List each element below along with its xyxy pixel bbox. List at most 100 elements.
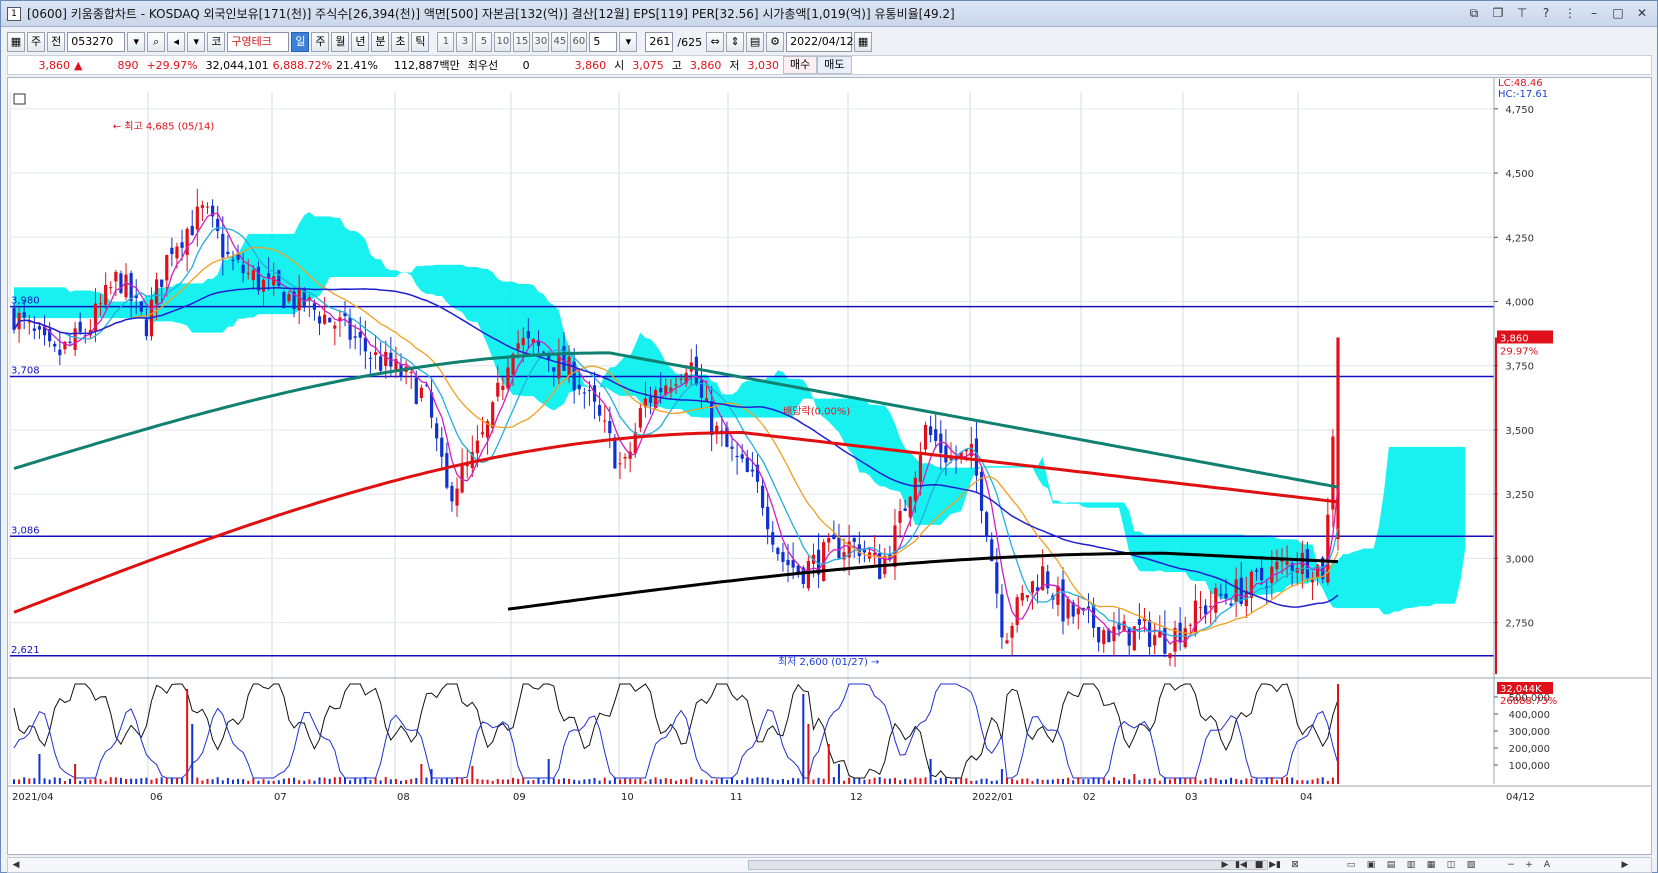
period-week[interactable]: 주: [311, 32, 330, 52]
interval-5[interactable]: 5: [475, 32, 493, 52]
play-icon[interactable]: ▶: [1218, 859, 1232, 871]
sell-button[interactable]: 매도: [817, 56, 852, 74]
zoom-icon[interactable]: ⇕: [726, 32, 745, 52]
fit-icon[interactable]: ⊠: [1288, 859, 1302, 871]
star-icon[interactable]: ⋮: [1561, 5, 1579, 21]
scroll-right-icon[interactable]: ▶: [1618, 859, 1632, 871]
view2-icon[interactable]: ▣: [1364, 859, 1378, 871]
minimize-icon[interactable]: –: [1585, 5, 1603, 21]
scroll-thumb[interactable]: [748, 860, 1268, 870]
price-tick-label: 4,750: [1505, 105, 1534, 116]
scroll-left-icon[interactable]: ◀: [9, 859, 23, 871]
maximize-icon[interactable]: □: [1609, 5, 1627, 21]
x-tick-label: 2021/04: [12, 792, 54, 803]
candle-body: [1214, 588, 1218, 613]
view5-icon[interactable]: ▦: [1424, 859, 1438, 871]
buy-button[interactable]: 매수: [783, 56, 818, 74]
link-icon[interactable]: ⧉: [1465, 5, 1483, 21]
price-chart[interactable]: 3,980 3,708 3,086 2,621 4,750 4,500 4,250 4,00…: [8, 78, 1651, 854]
volume-bar: [629, 778, 632, 784]
interval-60[interactable]: 60: [570, 32, 588, 52]
horizontal-scrollbar[interactable]: ◀ ▶ ▮◀ ■ ▶▮ ⊠ ▭ ▣ ▤ ▥ ▦ ◫ ▧ − + A ▶: [7, 857, 1652, 873]
volume-bar: [130, 778, 133, 784]
interval-10[interactable]: 10: [494, 32, 512, 52]
date-input[interactable]: 2022/04/12: [786, 32, 853, 52]
volume-bar: [1199, 780, 1202, 784]
view7-icon[interactable]: ▧: [1464, 859, 1478, 871]
view6-icon[interactable]: ◫: [1444, 859, 1458, 871]
view1-icon[interactable]: ▭: [1344, 859, 1358, 871]
period-month[interactable]: 월: [331, 32, 350, 52]
candle-body: [954, 459, 958, 461]
scale-icon[interactable]: ⇔: [706, 32, 725, 52]
copy-icon[interactable]: ❐: [1489, 5, 1507, 21]
interval-45[interactable]: 45: [551, 32, 569, 52]
pin-icon[interactable]: ⊤: [1513, 5, 1531, 21]
chevron-down-icon[interactable]: ▾: [187, 32, 206, 52]
period-minute[interactable]: 분: [371, 32, 390, 52]
interval-input[interactable]: 5: [589, 32, 618, 52]
period-tick[interactable]: 틱: [411, 32, 430, 52]
candle-body: [53, 343, 57, 347]
interval-1[interactable]: 1: [437, 32, 455, 52]
candle-body: [246, 272, 250, 274]
volume-bar: [221, 780, 224, 784]
candle-body: [368, 357, 373, 359]
interval-30[interactable]: 30: [532, 32, 550, 52]
volume-bar: [430, 769, 433, 784]
period-year[interactable]: 년: [351, 32, 370, 52]
view4-icon[interactable]: ▥: [1404, 859, 1418, 871]
volume-bar: [456, 777, 459, 784]
view3-icon[interactable]: ▤: [1384, 859, 1398, 871]
font-a-icon[interactable]: A: [1540, 859, 1554, 871]
chart-area[interactable]: 3,980 3,708 3,086 2,621 4,750 4,500 4,250 4,00…: [7, 77, 1652, 855]
zoom-out-icon[interactable]: −: [1504, 859, 1518, 871]
volume-bar: [277, 780, 280, 784]
candle-body: [771, 532, 775, 545]
market2-select[interactable]: 코: [207, 32, 226, 52]
candle-body: [923, 424, 928, 450]
volume-tick-label: 400,000: [1509, 710, 1550, 721]
x-last-label: 04/12: [1506, 792, 1535, 803]
candle-body: [506, 367, 510, 389]
plus-icon[interactable]: +: [1522, 859, 1536, 871]
layout-icon[interactable]: ▦: [7, 32, 25, 52]
prev-button[interactable]: 전: [47, 32, 66, 52]
stock-code-input[interactable]: 053270: [67, 32, 126, 52]
candle-body: [542, 351, 546, 353]
stock-name-field[interactable]: 구영테크: [227, 32, 290, 52]
chevron-down-icon[interactable]: ▾: [127, 32, 146, 52]
volume-bar: [985, 778, 988, 784]
volume-bar: [710, 780, 713, 784]
candle-body: [1198, 607, 1203, 609]
calendar-icon[interactable]: ▦: [854, 32, 873, 52]
period-second[interactable]: 초: [391, 32, 410, 52]
period-day[interactable]: 일: [291, 32, 310, 52]
low-value: 3,030: [747, 58, 780, 72]
last-icon[interactable]: ▶▮: [1268, 859, 1282, 871]
candle-body: [450, 485, 454, 502]
candle-body: [241, 264, 245, 274]
interval-15[interactable]: 15: [513, 32, 531, 52]
market-select[interactable]: 주: [27, 32, 46, 52]
candle-body: [1102, 630, 1106, 645]
chevron-down-icon[interactable]: ▾: [619, 32, 638, 52]
sound-icon[interactable]: ◂: [167, 32, 186, 52]
first-icon[interactable]: ▮◀: [1234, 859, 1248, 871]
candle-body: [603, 420, 607, 422]
help-icon[interactable]: ?: [1537, 5, 1555, 21]
volume-bar: [888, 778, 891, 784]
search-icon[interactable]: ⌕: [147, 32, 166, 52]
candle-body: [1020, 592, 1024, 601]
x-tick-label: 09: [513, 792, 526, 803]
volume-bar: [201, 780, 204, 784]
save-icon[interactable]: ▤: [746, 32, 765, 52]
close-icon[interactable]: ✕: [1633, 5, 1651, 21]
count-input[interactable]: 261: [645, 32, 674, 52]
interval-3[interactable]: 3: [456, 32, 474, 52]
candle-body: [73, 328, 77, 350]
gear-icon[interactable]: ⚙: [766, 32, 785, 52]
candle-body: [913, 477, 917, 502]
volume-bar: [639, 778, 642, 784]
stop-icon[interactable]: ■: [1252, 859, 1266, 871]
